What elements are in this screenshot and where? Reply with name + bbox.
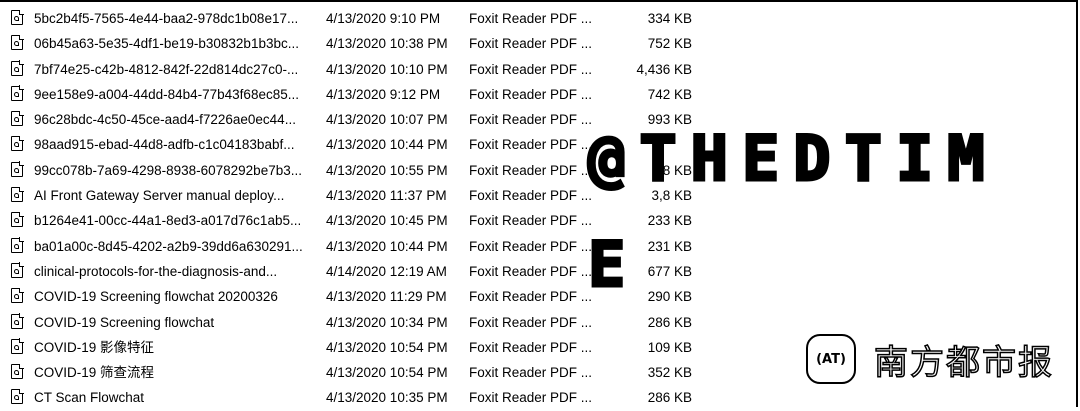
file-name: COVID-19 筛查流程 xyxy=(34,365,155,381)
file-name: COVID-19 影像特征 xyxy=(34,339,155,355)
file-type: Foxit Reader PDF ... xyxy=(469,112,593,128)
file-name: 98aad915-ebad-44d8-adfb-c1c04183babf... xyxy=(34,137,295,153)
file-date-modified: 4/14/2020 12:19 AM xyxy=(326,263,447,279)
pdf-file-icon xyxy=(11,9,24,25)
file-date-modified: 4/13/2020 10:44 PM xyxy=(326,238,448,254)
file-row[interactable]: COVID-19 影像特征 4/13/2020 10:54 PM Foxit Rea… xyxy=(0,335,720,360)
file-type: Foxit Reader PDF ... xyxy=(469,213,593,229)
file-size: 352 KB xyxy=(647,365,692,381)
file-date-modified: 4/13/2020 10:45 PM xyxy=(326,213,448,229)
pdf-file-icon xyxy=(11,313,24,329)
pdf-file-icon xyxy=(11,186,24,203)
file-name: COVID-19 Screening flowchat xyxy=(34,314,215,330)
file-size: 742 KB xyxy=(647,86,692,102)
file-type: Foxit Reader PDF ... xyxy=(469,263,593,279)
file-date-modified: 4/13/2020 10:55 PM xyxy=(326,162,448,178)
brand-name: 南方都市报 xyxy=(873,342,1054,384)
file-date-modified: 4/13/2020 11:37 PM xyxy=(326,188,447,204)
pdf-file-icon xyxy=(11,388,24,405)
brand-logo-text: (AT) xyxy=(816,351,846,367)
file-date-modified: 4/13/2020 9:12 PM xyxy=(326,86,441,102)
file-size: 752 KB xyxy=(647,36,692,52)
file-date-modified: 4/13/2020 10:54 PM xyxy=(326,339,448,355)
file-type: Foxit Reader PDF ... xyxy=(469,238,593,254)
file-name: COVID-19 Screening flowchat 20200326 xyxy=(34,289,278,305)
file-date-modified: 4/13/2020 10:38 PM xyxy=(326,36,448,52)
file-name: 7bf74e25-c42b-4812-842f-22d814dc27c0-... xyxy=(34,61,299,77)
pdf-file-icon xyxy=(11,262,24,278)
pdf-file-icon xyxy=(11,135,24,152)
file-name: 5bc2b4f5-7565-4e44-baa2-978dc1b08e17... xyxy=(34,11,299,26)
file-name: 06b45a63-5e35-4df1-be19-b30832b1b3bc... xyxy=(34,36,299,52)
file-name: 99cc078b-7a69-4298-8938-6078292be7b3... xyxy=(34,162,302,178)
file-type: Foxit Reader PDF ... xyxy=(469,339,593,355)
file-row[interactable]: 5bc2b4f5-7565-4e44-baa2-978dc1b08e17... 4… xyxy=(0,6,720,31)
pdf-file-icon xyxy=(11,110,24,127)
file-date-modified: 4/13/2020 10:34 PM xyxy=(326,314,448,330)
file-name: 96c28bdc-4c50-45ce-aad4-f7226ae0ec44... xyxy=(34,112,296,128)
file-size: 286 KB xyxy=(647,314,692,330)
file-row[interactable]: 06b45a63-5e35-4df1-be19-b30832b1b3bc... 4… xyxy=(0,31,720,56)
pdf-file-icon xyxy=(11,338,24,354)
file-type: Foxit Reader PDF ... xyxy=(469,162,593,178)
file-name: 9ee158e9-a004-44dd-84b4-77b43f68ec85... xyxy=(34,86,299,102)
pdf-file-icon xyxy=(11,363,24,380)
pdf-file-icon xyxy=(11,237,24,253)
file-date-modified: 4/13/2020 10:07 PM xyxy=(326,112,448,128)
pdf-file-icon xyxy=(11,85,24,101)
file-type: Foxit Reader PDF ... xyxy=(469,365,593,381)
pdf-file-icon xyxy=(11,287,24,304)
file-row[interactable]: COVID-19 筛查流程 4/13/2020 10:54 PM Foxit Rea… xyxy=(0,360,720,385)
file-size: 4,436 KB xyxy=(636,61,692,77)
file-type: Foxit Reader PDF ... xyxy=(469,137,593,153)
file-size: 334 KB xyxy=(647,11,692,26)
file-row[interactable]: 9ee158e9-a004-44dd-84b4-77b43f68ec85... 4… xyxy=(0,82,720,107)
file-date-modified: 4/13/2020 10:44 PM xyxy=(326,137,448,153)
brand-logo-icon: (AT) xyxy=(806,334,856,384)
file-type: Foxit Reader PDF ... xyxy=(469,314,593,330)
watermark-brand: (AT) 南方都市报 xyxy=(806,334,1054,384)
pdf-file-icon xyxy=(11,161,24,177)
watermark-line-2: E xyxy=(587,228,640,301)
file-row[interactable]: COVID-19 Screening flowchat 4/13/2020 10:… xyxy=(0,310,720,335)
watermark-handle: @THEDTIM E xyxy=(587,122,999,301)
file-type: Foxit Reader PDF ... xyxy=(469,188,593,204)
pdf-file-icon xyxy=(11,211,24,228)
pdf-file-icon xyxy=(11,60,24,76)
watermark-line-1: @THEDTIM xyxy=(587,122,999,195)
file-size: 109 KB xyxy=(647,339,692,355)
file-type: Foxit Reader PDF ... xyxy=(469,61,593,77)
file-name: AI Front Gateway Server manual deploy... xyxy=(34,188,285,204)
file-name: ba01a00c-8d45-4202-a2b9-39dd6a630291... xyxy=(34,238,303,254)
file-name: clinical-protocols-for-the-diagnosis-and… xyxy=(34,263,278,279)
file-type: Foxit Reader PDF ... xyxy=(469,36,593,52)
file-date-modified: 4/13/2020 10:54 PM xyxy=(326,365,448,381)
file-type: Foxit Reader PDF ... xyxy=(469,86,593,102)
file-type: Foxit Reader PDF ... xyxy=(469,11,593,26)
file-type: Foxit Reader PDF ... xyxy=(469,289,593,305)
file-name: b1264e41-00cc-44a1-8ed3-a017d76c1ab5... xyxy=(34,213,302,229)
file-row[interactable]: 7bf74e25-c42b-4812-842f-22d814dc27c0-...… xyxy=(0,57,720,82)
file-date-modified: 4/13/2020 11:29 PM xyxy=(326,289,447,305)
file-date-modified: 4/13/2020 10:10 PM xyxy=(326,61,448,77)
pdf-file-icon xyxy=(11,34,24,51)
file-date-modified: 4/13/2020 9:10 PM xyxy=(326,11,441,26)
